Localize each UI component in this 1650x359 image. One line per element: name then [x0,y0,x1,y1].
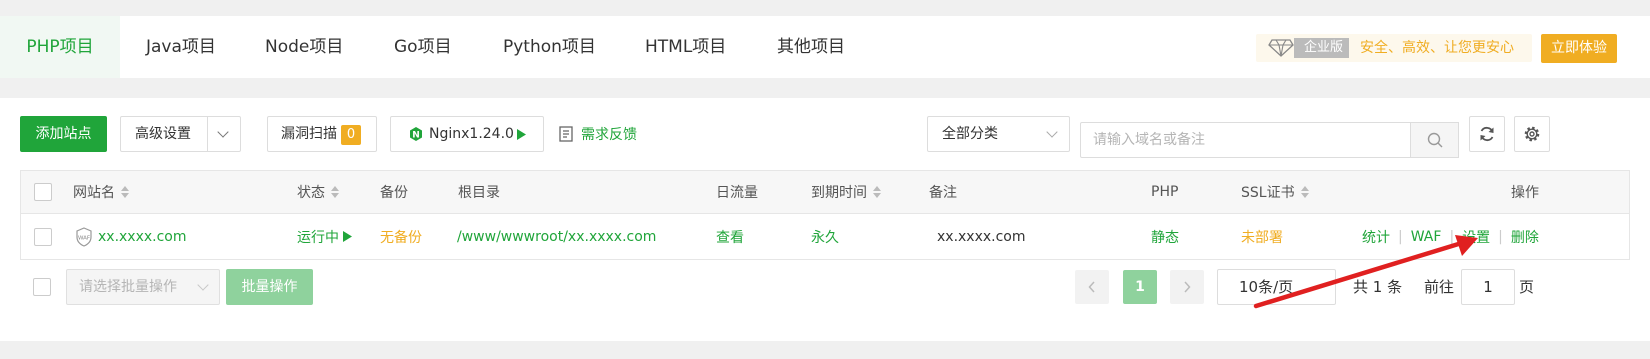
col-status[interactable]: 状态 [297,171,339,213]
status-toggle[interactable]: 运行中 [297,214,352,259]
waf-shield-icon: WAF [76,226,92,247]
dropdown-divider [207,117,208,151]
col-site-name[interactable]: 网站名 [73,171,129,213]
chevron-down-icon [197,279,209,291]
site-list-panel: 添加站点 高级设置 漏洞扫描0 N Nginx1.24.0 需求反馈 全部分类 [0,98,1650,341]
backup-link[interactable]: 无备份 [380,214,422,259]
traffic-link[interactable]: 查看 [716,214,744,259]
col-php: PHP [1151,184,1179,200]
project-tab-bar: PHP项目 Java项目 Node项目 Go项目 Python项目 HTML项目… [0,16,1650,78]
col-remark: 备注 [929,185,957,201]
settings-button[interactable] [1514,116,1550,152]
col-actions: 操作 [1511,185,1539,201]
gear-icon [1524,126,1540,142]
play-icon [343,231,352,242]
chevron-right-icon [1184,281,1191,293]
play-icon [517,129,526,140]
add-site-button[interactable]: 添加站点 [20,116,107,152]
search-button[interactable] [1410,122,1459,158]
vuln-scan-button[interactable]: 漏洞扫描 0 [267,116,377,152]
expire-link[interactable]: 永久 [811,214,839,259]
nginx-icon: N [410,127,422,141]
tab-html-project[interactable]: HTML项目 [645,16,726,78]
search-icon [1427,132,1443,148]
feedback-link[interactable]: 需求反馈 [559,116,637,152]
goto-suffix: 页 [1519,278,1535,296]
batch-action-button[interactable]: 批量操作 [226,269,313,305]
nginx-service-button[interactable]: N Nginx1.24.0 [390,116,544,152]
tab-go-project[interactable]: Go项目 [394,16,452,78]
diamond-icon [1268,39,1294,57]
site-search-input[interactable] [1080,122,1411,158]
enterprise-promo[interactable]: 企业版 安全、高效、让您更安心 [1256,34,1532,62]
col-root-dir: 根目录 [458,185,500,201]
sort-icon [1300,186,1309,198]
row-checkbox[interactable] [34,214,52,259]
col-ssl[interactable]: SSL证书 [1241,171,1309,213]
select-all-checkbox[interactable] [34,171,52,213]
annotation-arrow [1253,235,1478,309]
action-separator: | [1498,228,1503,245]
php-version-link[interactable]: 静态 [1151,214,1179,259]
svg-text:WAF: WAF [78,235,90,241]
vuln-scan-label: 漏洞扫描 [281,126,337,142]
chevron-down-icon [217,126,229,138]
nginx-version-label: Nginx1.24.0 [429,126,514,142]
batch-action-placeholder: 请选择批量操作 [79,279,177,295]
prev-page-button[interactable] [1075,270,1109,304]
feedback-icon [559,126,573,142]
sort-icon [121,186,129,198]
category-select[interactable]: 全部分类 [927,116,1070,152]
sort-icon [873,186,881,198]
col-expire[interactable]: 到期时间 [811,171,881,213]
col-backup: 备份 [380,185,408,201]
site-name-link[interactable]: xx.xxxx.com [98,229,187,245]
category-select-value: 全部分类 [942,126,998,142]
tab-python-project[interactable]: Python项目 [503,16,596,78]
promo-text: 安全、高效、让您更安心 [1360,40,1514,56]
tab-php-project[interactable]: PHP项目 [0,16,120,78]
try-now-button[interactable]: 立即体验 [1541,34,1617,63]
site-table-header: 网站名 状态 备份 根目录 日流量 到期时间 备注 PHP SSL证书 操作 [20,170,1630,214]
status-label: 运行中 [297,229,339,246]
col-traffic: 日流量 [716,185,758,201]
advanced-settings-label: 高级设置 [135,126,191,142]
site-name-cell: WAF xx.xxxx.com [75,214,187,259]
feedback-label: 需求反馈 [581,127,637,143]
refresh-icon [1480,126,1494,142]
remark-value[interactable]: xx.xxxx.com [937,214,1026,259]
svg-text:N: N [412,131,420,141]
next-page-button[interactable] [1170,270,1204,304]
delete-action[interactable]: 删除 [1511,227,1539,247]
vuln-count-badge: 0 [341,125,361,145]
chevron-down-icon [1046,126,1058,138]
advanced-settings-dropdown[interactable]: 高级设置 [120,116,241,152]
chevron-left-icon [1088,281,1095,293]
footer-select-all-checkbox[interactable] [33,278,51,296]
tab-other-project[interactable]: 其他项目 [777,16,845,78]
page-number-current[interactable]: 1 [1123,270,1157,304]
root-dir-link[interactable]: /www/wwwroot/xx.xxxx.com [457,214,656,259]
sort-icon [331,186,339,198]
enterprise-badge: 企业版 [1294,38,1350,58]
batch-action-select[interactable]: 请选择批量操作 [66,269,220,305]
refresh-button[interactable] [1469,116,1505,152]
tab-java-project[interactable]: Java项目 [146,16,216,78]
tab-node-project[interactable]: Node项目 [265,16,343,78]
